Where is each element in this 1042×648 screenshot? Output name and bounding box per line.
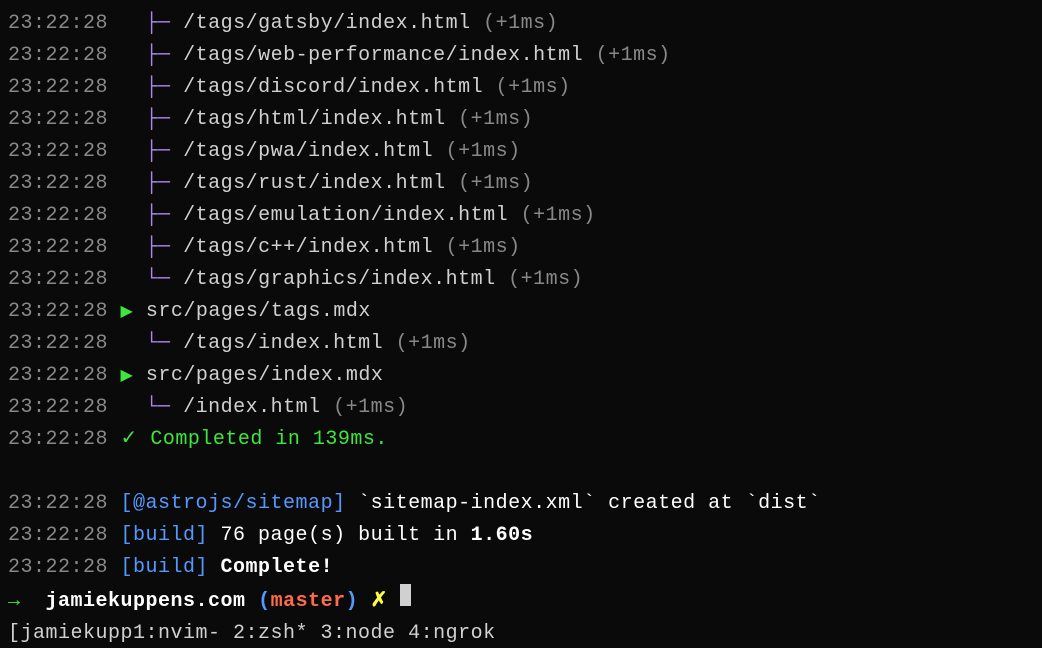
log-text: Complete!: [208, 552, 333, 584]
log-line: 23:22:28 [build] 76 page(s) built in 1.6…: [8, 520, 1042, 552]
tree-branch-icon: ├─: [146, 168, 171, 200]
output-path: /index.html: [183, 392, 321, 424]
timestamp: 23:22:28: [8, 40, 108, 72]
prompt-git-branch: master: [271, 586, 346, 618]
timestamp: 23:22:28: [8, 200, 108, 232]
output-path: /tags/rust/index.html: [183, 168, 446, 200]
timing: (+1ms): [596, 40, 671, 72]
log-line: 23:22:28 ├─ /tags/html/index.html (+1ms): [8, 104, 1042, 136]
timestamp: 23:22:28: [8, 168, 108, 200]
timestamp: 23:22:28: [8, 328, 108, 360]
log-line: 23:22:28 ▶ src/pages/index.mdx: [8, 360, 1042, 392]
timestamp: 23:22:28: [8, 424, 108, 456]
prompt-directory: jamiekuppens.com: [46, 586, 246, 618]
tree-branch-icon: ├─: [146, 104, 171, 136]
output-path: /tags/c++/index.html: [183, 232, 433, 264]
timing: (+1ms): [483, 8, 558, 40]
timing: (+1ms): [446, 136, 521, 168]
tmux-statusbar[interactable]: [jamiekupp1:nvim- 2:zsh* 3:node 4:ngrok: [0, 618, 1042, 648]
tree-end-icon: └─: [146, 328, 171, 360]
tree-branch-icon: ├─: [146, 232, 171, 264]
output-path: /tags/discord/index.html: [183, 72, 483, 104]
source-path: src/pages/index.mdx: [146, 360, 384, 392]
timing: (+1ms): [458, 104, 533, 136]
log-line: 23:22:28 └─ /tags/graphics/index.html (+…: [8, 264, 1042, 296]
log-line: 23:22:28 └─ /index.html (+1ms): [8, 392, 1042, 424]
log-line: 23:22:28 [@astrojs/sitemap] `sitemap-ind…: [8, 488, 1042, 520]
timestamp: 23:22:28: [8, 520, 108, 552]
tree-end-icon: └─: [146, 392, 171, 424]
output-path: /tags/emulation/index.html: [183, 200, 508, 232]
log-line: 23:22:28 ├─ /tags/c++/index.html (+1ms): [8, 232, 1042, 264]
timing: (+1ms): [521, 200, 596, 232]
log-line: 23:22:28 ✓ Completed in 139ms.: [8, 424, 1042, 456]
log-line: 23:22:28 ▶ src/pages/tags.mdx: [8, 296, 1042, 328]
cursor: [400, 584, 411, 606]
timing: (+1ms): [396, 328, 471, 360]
tree-branch-icon: ├─: [146, 136, 171, 168]
output-path: /tags/index.html: [183, 328, 383, 360]
timing: (+1ms): [333, 392, 408, 424]
tree-branch-icon: ├─: [146, 8, 171, 40]
timestamp: 23:22:28: [8, 104, 108, 136]
prompt-paren-open: (: [258, 586, 271, 618]
log-tag: [build]: [121, 520, 209, 552]
tree-branch-icon: ├─: [146, 72, 171, 104]
output-path: /tags/gatsby/index.html: [183, 8, 471, 40]
timing: (+1ms): [508, 264, 583, 296]
log-line: 23:22:28 ├─ /tags/gatsby/index.html (+1m…: [8, 8, 1042, 40]
timestamp: 23:22:28: [8, 296, 108, 328]
output-path: /tags/pwa/index.html: [183, 136, 433, 168]
log-tag: [@astrojs/sitemap]: [121, 488, 346, 520]
timestamp: 23:22:28: [8, 136, 108, 168]
output-path: /tags/html/index.html: [183, 104, 446, 136]
log-line: 23:22:28 [build] Complete!: [8, 552, 1042, 584]
log-line: 23:22:28 ├─ /tags/emulation/index.html (…: [8, 200, 1042, 232]
log-line: 23:22:28 ├─ /tags/pwa/index.html (+1ms): [8, 136, 1042, 168]
shell-prompt[interactable]: → jamiekuppens.com (master) ✗: [8, 584, 1042, 618]
prompt-status-icon: ✗: [371, 586, 388, 618]
prompt-arrow-icon: →: [8, 586, 21, 618]
source-path: src/pages/tags.mdx: [146, 296, 371, 328]
terminal-output[interactable]: 23:22:28 ├─ /tags/gatsby/index.html (+1m…: [0, 0, 1042, 618]
output-path: /tags/web-performance/index.html: [183, 40, 583, 72]
play-icon: ▶: [121, 364, 134, 390]
log-line: 23:22:28 ├─ /tags/rust/index.html (+1ms): [8, 168, 1042, 200]
timestamp: 23:22:28: [8, 488, 108, 520]
timestamp: 23:22:28: [8, 360, 108, 392]
tree-branch-icon: ├─: [146, 200, 171, 232]
tree-branch-icon: ├─: [146, 40, 171, 72]
output-path: /tags/graphics/index.html: [183, 264, 496, 296]
timestamp: 23:22:28: [8, 232, 108, 264]
timing: (+1ms): [496, 72, 571, 104]
log-text: 76 page(s) built in: [208, 520, 471, 552]
play-icon: ▶: [121, 300, 134, 326]
log-line: 23:22:28 ├─ /tags/discord/index.html (+1…: [8, 72, 1042, 104]
check-icon: ✓: [121, 424, 138, 456]
log-line: 23:22:28 └─ /tags/index.html (+1ms): [8, 328, 1042, 360]
log-text: 1.60s: [471, 520, 534, 552]
timestamp: 23:22:28: [8, 392, 108, 424]
log-text: `sitemap-index.xml` created at `dist`: [346, 488, 821, 520]
timestamp: 23:22:28: [8, 264, 108, 296]
timestamp: 23:22:28: [8, 8, 108, 40]
timestamp: 23:22:28: [8, 72, 108, 104]
log-line: 23:22:28 ├─ /tags/web-performance/index.…: [8, 40, 1042, 72]
timestamp: 23:22:28: [8, 552, 108, 584]
tree-end-icon: └─: [146, 264, 171, 296]
completed-text: Completed in 139ms.: [150, 424, 388, 456]
log-tag: [build]: [121, 552, 209, 584]
timing: (+1ms): [458, 168, 533, 200]
timing: (+1ms): [446, 232, 521, 264]
prompt-paren-close: ): [346, 586, 359, 618]
